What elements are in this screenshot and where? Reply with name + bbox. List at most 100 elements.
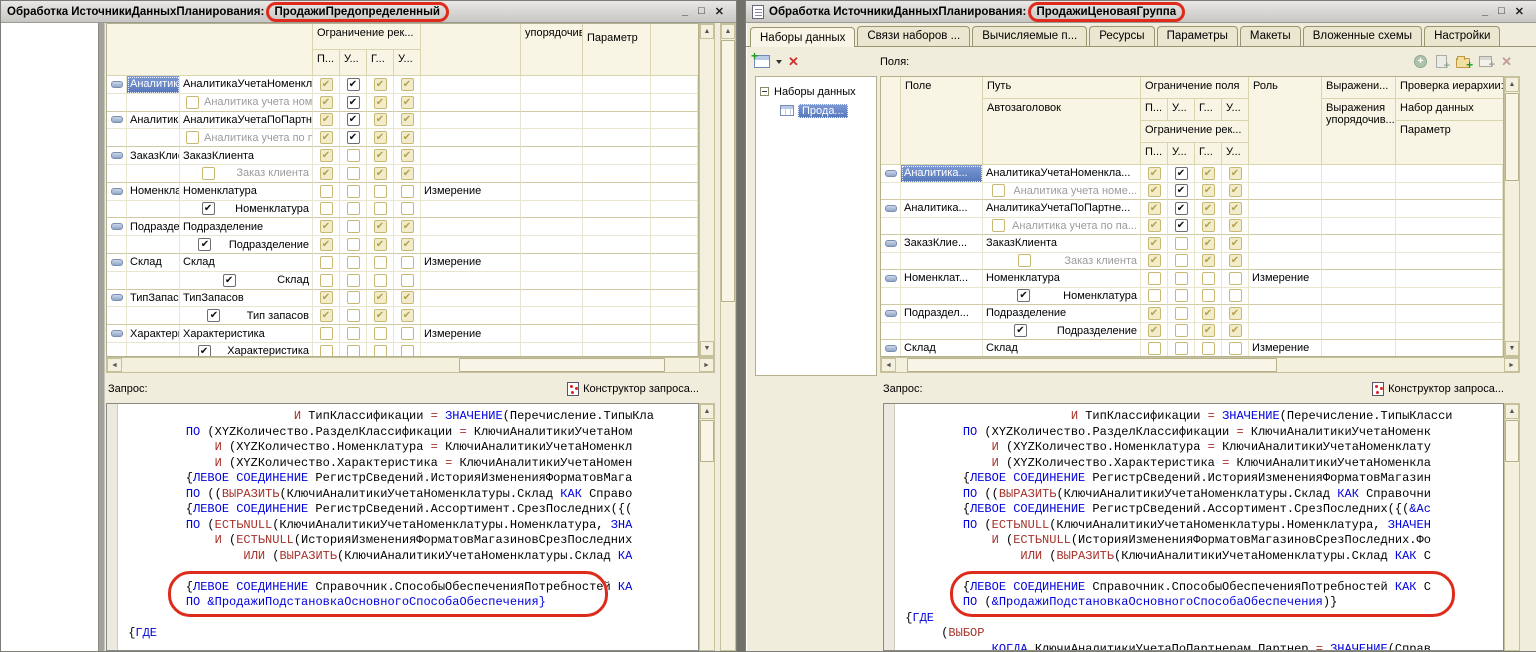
path-cell[interactable]: АналитикаУчетаПоПартне... bbox=[983, 200, 1141, 218]
query-builder-link[interactable]: Конструктор запроса... bbox=[1372, 382, 1504, 396]
checkbox-dim[interactable] bbox=[401, 149, 414, 162]
checkbox-dim[interactable] bbox=[1202, 167, 1215, 180]
checkbox-dis[interactable] bbox=[992, 219, 1005, 232]
checkbox-dis[interactable] bbox=[186, 131, 199, 144]
scroll-down-icon[interactable]: ▼ bbox=[1505, 341, 1519, 356]
checkbox-dis[interactable] bbox=[347, 345, 360, 357]
checkbox-dim[interactable] bbox=[374, 238, 387, 251]
add-folder-icon[interactable] bbox=[1456, 58, 1470, 68]
field-cell[interactable]: Подраздел... bbox=[127, 218, 180, 236]
scroll-up-icon[interactable]: ▲ bbox=[700, 24, 714, 39]
checkbox-dis[interactable] bbox=[401, 274, 414, 287]
checkbox-on[interactable] bbox=[347, 78, 360, 91]
maximize-button[interactable]: □ bbox=[1498, 5, 1505, 18]
checkbox-dim[interactable] bbox=[374, 113, 387, 126]
checkbox-dim[interactable] bbox=[401, 167, 414, 180]
title-cell[interactable]: Склад bbox=[180, 272, 313, 290]
checkbox-dim[interactable] bbox=[1148, 254, 1161, 267]
checkbox-dim[interactable] bbox=[320, 78, 333, 91]
checkbox-dis[interactable] bbox=[347, 202, 360, 215]
scroll-thumb[interactable] bbox=[907, 358, 1277, 372]
checkbox-dim[interactable] bbox=[320, 167, 333, 180]
checkbox-dim[interactable] bbox=[374, 78, 387, 91]
scroll-thumb[interactable] bbox=[1505, 420, 1519, 462]
role-cell[interactable] bbox=[421, 147, 521, 165]
path-cell[interactable]: Номенклатура bbox=[180, 183, 313, 201]
checkbox-dim[interactable] bbox=[320, 96, 333, 109]
title-cell[interactable]: Заказ клиента bbox=[180, 165, 313, 183]
checkbox-dim[interactable] bbox=[1229, 237, 1242, 250]
checkbox-on[interactable] bbox=[1175, 167, 1188, 180]
copy-field-icon[interactable] bbox=[1436, 55, 1447, 68]
checkbox-on[interactable] bbox=[1175, 184, 1188, 197]
checkbox-dis[interactable] bbox=[401, 256, 414, 269]
field-cell[interactable]: Аналитика... bbox=[901, 165, 983, 183]
row-selector[interactable] bbox=[107, 290, 127, 308]
scroll-left-icon[interactable]: ◄ bbox=[107, 358, 122, 372]
row-selector[interactable] bbox=[881, 305, 901, 323]
maximize-button[interactable]: □ bbox=[698, 5, 705, 18]
checkbox-dim[interactable] bbox=[1148, 237, 1161, 250]
checkbox-dim[interactable] bbox=[401, 309, 414, 322]
checkbox-dim[interactable] bbox=[374, 309, 387, 322]
checkbox-dim[interactable] bbox=[1148, 167, 1161, 180]
checkbox-dim[interactable] bbox=[320, 238, 333, 251]
tab-3[interactable]: Вычисляемые п... bbox=[972, 26, 1087, 46]
row-selector[interactable] bbox=[881, 200, 901, 218]
table-hscrollbar[interactable]: ◄ ► bbox=[880, 357, 1520, 373]
checkbox-dis[interactable] bbox=[320, 256, 333, 269]
field-cell[interactable]: ЗаказКлие... bbox=[127, 147, 180, 165]
path-cell[interactable]: Номенклатура bbox=[983, 270, 1141, 288]
checkbox-on[interactable] bbox=[1175, 219, 1188, 232]
close-button[interactable]: ✕ bbox=[715, 5, 724, 18]
path-cell[interactable]: ЗаказКлиента bbox=[983, 235, 1141, 253]
checkbox-dim[interactable] bbox=[1229, 167, 1242, 180]
checkbox-dis[interactable] bbox=[347, 274, 360, 287]
checkbox-dis[interactable] bbox=[401, 327, 414, 340]
role-cell[interactable]: Измерение bbox=[1249, 340, 1322, 357]
checkbox-dim[interactable] bbox=[1202, 184, 1215, 197]
role-cell[interactable] bbox=[421, 112, 521, 130]
checkbox-dim[interactable] bbox=[1148, 307, 1161, 320]
checkbox-dis[interactable] bbox=[347, 256, 360, 269]
scroll-down-icon[interactable]: ▼ bbox=[700, 341, 714, 356]
title-cell[interactable]: Аналитика учета по па... bbox=[983, 218, 1141, 236]
tab-5[interactable]: Параметры bbox=[1157, 26, 1238, 46]
checkbox-dim[interactable] bbox=[1202, 219, 1215, 232]
checkbox-dim[interactable] bbox=[374, 149, 387, 162]
checkbox-dim[interactable] bbox=[401, 131, 414, 144]
role-cell[interactable] bbox=[1249, 305, 1322, 323]
field-cell[interactable]: ЗаказКлие... bbox=[901, 235, 983, 253]
tab-7[interactable]: Вложенные схемы bbox=[1303, 26, 1422, 46]
checkbox-dis[interactable] bbox=[347, 220, 360, 233]
checkbox-dis[interactable] bbox=[1229, 342, 1242, 355]
checkbox-dim[interactable] bbox=[1148, 184, 1161, 197]
field-cell[interactable]: Склад bbox=[901, 340, 983, 357]
checkbox-dim[interactable] bbox=[1229, 254, 1242, 267]
checkbox-dis[interactable] bbox=[1175, 254, 1188, 267]
field-cell[interactable]: ТипЗапасов bbox=[127, 290, 180, 308]
checkbox-dim[interactable] bbox=[1148, 202, 1161, 215]
query-builder-link[interactable]: Конструктор запроса... bbox=[567, 382, 699, 396]
path-cell[interactable]: АналитикаУчетаНоменкла... bbox=[180, 76, 313, 94]
role-cell[interactable] bbox=[421, 218, 521, 236]
tab-8[interactable]: Настройки bbox=[1424, 26, 1500, 46]
checkbox-dis[interactable] bbox=[1018, 254, 1031, 267]
tree-item-dataset[interactable]: Прода... bbox=[760, 101, 872, 120]
chevron-down-icon[interactable] bbox=[776, 60, 782, 64]
collapse-icon[interactable] bbox=[760, 87, 769, 96]
title-cell[interactable]: Подразделение bbox=[180, 236, 313, 254]
checkbox-dim[interactable] bbox=[374, 131, 387, 144]
checkbox-dim[interactable] bbox=[320, 149, 333, 162]
scroll-right-icon[interactable]: ► bbox=[1504, 358, 1519, 372]
checkbox-dis[interactable] bbox=[992, 184, 1005, 197]
scroll-up-icon[interactable]: ▲ bbox=[1505, 404, 1519, 419]
tab-2[interactable]: Связи наборов ... bbox=[857, 26, 970, 46]
checkbox-on[interactable] bbox=[207, 309, 220, 322]
checkbox-dis[interactable] bbox=[347, 185, 360, 198]
checkbox-dis[interactable] bbox=[374, 202, 387, 215]
checkbox-on[interactable] bbox=[347, 113, 360, 126]
checkbox-dis[interactable] bbox=[401, 202, 414, 215]
checkbox-dim[interactable] bbox=[1229, 307, 1242, 320]
checkbox-dim[interactable] bbox=[1202, 307, 1215, 320]
